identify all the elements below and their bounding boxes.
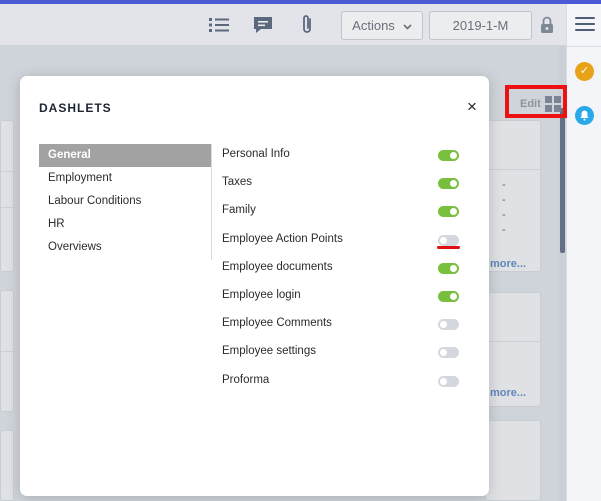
tab-overviews[interactable]: Overviews — [39, 236, 212, 259]
toggle-switch[interactable] — [438, 375, 459, 387]
option-proforma: Proforma — [222, 368, 462, 396]
tab-labour-conditions[interactable]: Labour Conditions — [39, 190, 212, 213]
right-sidebar: ✓ — [566, 4, 601, 501]
toggle-switch[interactable] — [438, 178, 459, 190]
option-family: Family — [222, 198, 462, 226]
option-personal-info: Personal Info — [222, 142, 462, 170]
dashlets-dialog: DASHLETS × General Employment Labour Con… — [20, 76, 489, 496]
option-label: Proforma — [222, 373, 270, 386]
annotation-underline — [437, 246, 460, 249]
option-label: Employee documents — [222, 260, 333, 273]
option-employee-documents: Employee documents — [222, 255, 462, 283]
option-label: Employee settings — [222, 345, 316, 358]
toggle-switch[interactable] — [438, 234, 459, 246]
check-badge-icon[interactable]: ✓ — [575, 62, 594, 81]
close-icon[interactable]: × — [463, 98, 481, 116]
category-tabs: General Employment Labour Conditions HR … — [39, 144, 212, 259]
tab-employment[interactable]: Employment — [39, 167, 212, 190]
option-employee-comments: Employee Comments — [222, 311, 462, 339]
option-label: Taxes — [222, 176, 253, 189]
option-employee-login: Employee login — [222, 283, 462, 311]
option-employee-settings: Employee settings — [222, 339, 462, 367]
option-label: Employee Action Points — [222, 232, 343, 245]
notification-icon[interactable] — [575, 106, 594, 125]
option-employee-action-points: Employee Action Points — [222, 227, 462, 255]
option-taxes: Taxes — [222, 170, 462, 198]
highlight-box — [505, 85, 567, 118]
modal-backdrop-top — [0, 4, 566, 46]
dashlet-options: Personal Info Taxes Family Employee Acti… — [222, 142, 462, 396]
tab-hr[interactable]: HR — [39, 213, 212, 236]
option-label: Employee Comments — [222, 317, 332, 330]
toggle-switch[interactable] — [438, 290, 459, 302]
dialog-title: DASHLETS — [39, 101, 112, 115]
hamburger-menu-icon[interactable] — [575, 17, 595, 33]
toggle-switch[interactable] — [438, 206, 459, 218]
toggle-switch[interactable] — [438, 347, 459, 359]
option-label: Employee login — [222, 288, 301, 301]
tab-general[interactable]: General — [39, 144, 212, 167]
toggle-switch[interactable] — [438, 262, 459, 274]
toggle-switch[interactable] — [438, 319, 459, 331]
toggle-switch[interactable] — [438, 150, 459, 161]
option-label: Personal Info — [222, 148, 290, 160]
tabs-divider — [211, 144, 212, 260]
sidebar-divider — [567, 46, 601, 47]
option-label: Family — [222, 204, 256, 217]
